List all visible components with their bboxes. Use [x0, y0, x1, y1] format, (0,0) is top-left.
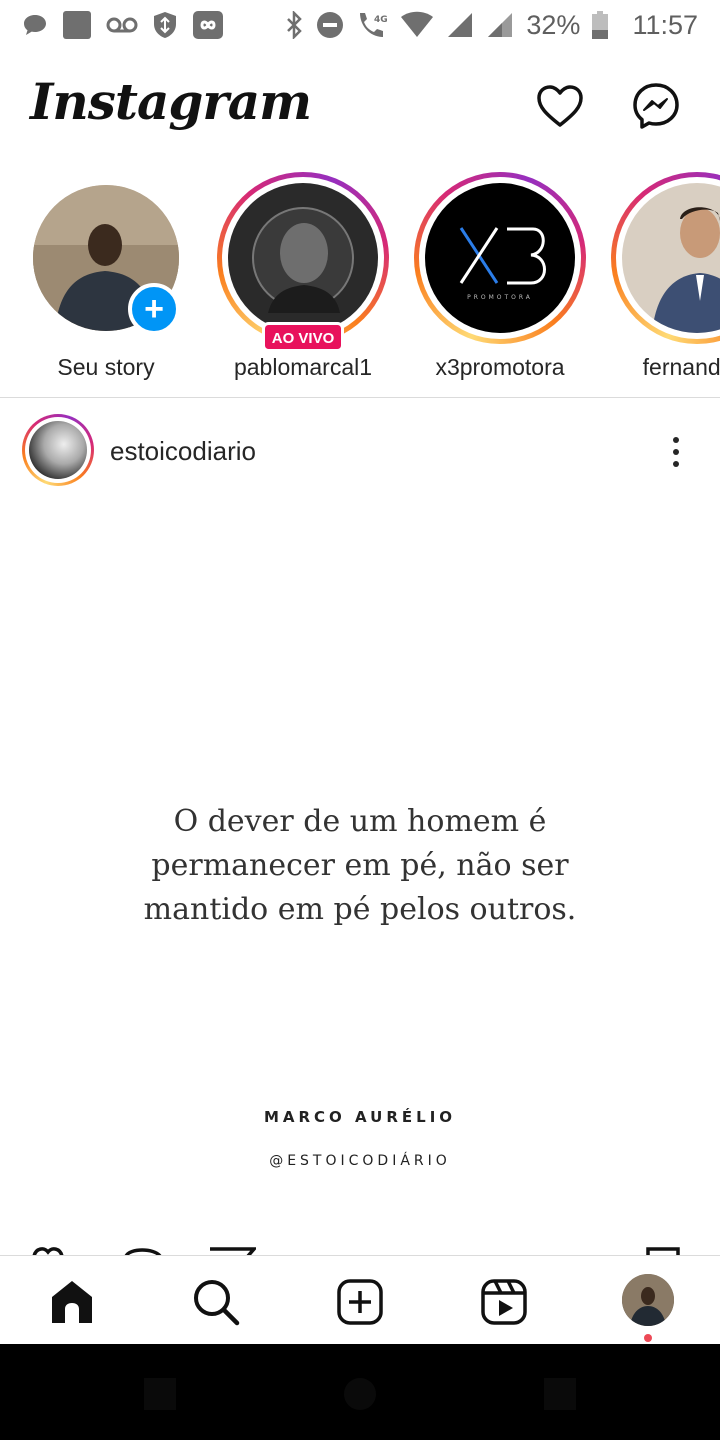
svg-text:PROMOTORA: PROMOTORA [467, 294, 533, 301]
stories-tray: + Seu story pablomarcal1 PROMOTORA x3pro… [0, 168, 720, 398]
home-icon [52, 1281, 92, 1323]
nav-new-post[interactable] [332, 1274, 388, 1330]
reels-icon [481, 1279, 527, 1325]
svg-text:4G: 4G [374, 15, 388, 25]
story-x3promotora[interactable]: PROMOTORA x3promotora [400, 168, 586, 388]
chat-bubble-icon [22, 12, 48, 38]
search-icon [194, 1280, 240, 1326]
new-post-icon [337, 1279, 383, 1325]
story-pablomarcal1[interactable]: pablomarcal1 [203, 168, 389, 388]
story-ring [217, 172, 389, 344]
more-dot [673, 449, 679, 455]
post-quote: O dever de um homem é permanecer em pé, … [60, 800, 660, 932]
bluetooth-icon [284, 11, 304, 39]
post-header: estoicodiario [0, 400, 720, 505]
system-nav-bar [0, 1344, 720, 1440]
home-system-icon[interactable] [340, 1374, 380, 1414]
nav-reels[interactable] [476, 1274, 532, 1330]
story-avatar [622, 183, 720, 333]
quote-handle: @ESTOICODIÁRIO [269, 1153, 451, 1169]
quote-line: mantido em pé pelos outros. [143, 892, 577, 927]
story-fernandinh[interactable]: fernandinh [597, 168, 720, 388]
more-dot [673, 437, 679, 443]
clock: 11:57 [632, 9, 698, 40]
quote-line: permanecer em pé, não ser [151, 848, 569, 883]
instagram-logo[interactable]: Instagram [30, 72, 312, 131]
wifi-icon [400, 11, 434, 39]
add-story-badge[interactable]: + [128, 283, 180, 335]
heart-icon [537, 85, 583, 127]
do-not-disturb-icon [316, 11, 344, 39]
notification-dot [644, 1334, 652, 1342]
wifi-call-icon: 4G [356, 10, 388, 40]
story-label: pablomarcal1 [233, 354, 373, 380]
voicemail-icon [106, 15, 138, 35]
nav-profile-avatar[interactable] [622, 1274, 674, 1326]
quote-line: O dever de um homem é [173, 804, 547, 839]
story-ring [611, 172, 720, 344]
more-dot [673, 461, 679, 467]
post-image[interactable]: O dever de um homem é permanecer em pé, … [0, 505, 720, 1250]
post-username[interactable]: estoicodiario [110, 436, 256, 467]
story-own[interactable]: + Seu story [0, 168, 180, 388]
story-avatar: PROMOTORA [425, 183, 575, 333]
story-label: Seu story [57, 354, 155, 380]
story-avatar [228, 183, 378, 333]
post-avatar-ring[interactable] [22, 414, 94, 486]
signal-icon [486, 11, 514, 39]
nav-home[interactable] [44, 1274, 100, 1330]
signal-icon [446, 11, 474, 39]
bottom-nav [0, 1255, 720, 1344]
battery-percent: 32% [526, 9, 581, 40]
messenger-button[interactable] [630, 80, 682, 132]
svg-text:AO VIVO: AO VIVO [272, 330, 335, 347]
app-header: Instagram [0, 60, 720, 150]
more-options-button[interactable] [656, 428, 696, 476]
infinity-icon [192, 10, 224, 40]
nav-search[interactable] [188, 1274, 244, 1330]
battery-icon [592, 11, 609, 39]
story-ring: PROMOTORA [414, 172, 586, 344]
messenger-icon [633, 83, 679, 129]
back-icon[interactable] [140, 1374, 180, 1414]
story-label: x3promotora [435, 354, 565, 380]
post-avatar [29, 421, 87, 479]
recents-icon[interactable] [540, 1374, 580, 1414]
activity-button[interactable] [534, 80, 586, 132]
live-badge: AO VIVO [262, 322, 344, 352]
status-right-icons: 4G 32% 11:57 [284, 10, 698, 41]
story-label: fernandinh [642, 354, 720, 380]
gallery-icon [62, 10, 92, 40]
quote-author: MARCO AURÉLIO [263, 1108, 457, 1126]
status-left-icons [22, 10, 224, 40]
vpn-shield-icon [152, 11, 178, 39]
status-bar: 4G 32% 11:57 [0, 0, 720, 50]
